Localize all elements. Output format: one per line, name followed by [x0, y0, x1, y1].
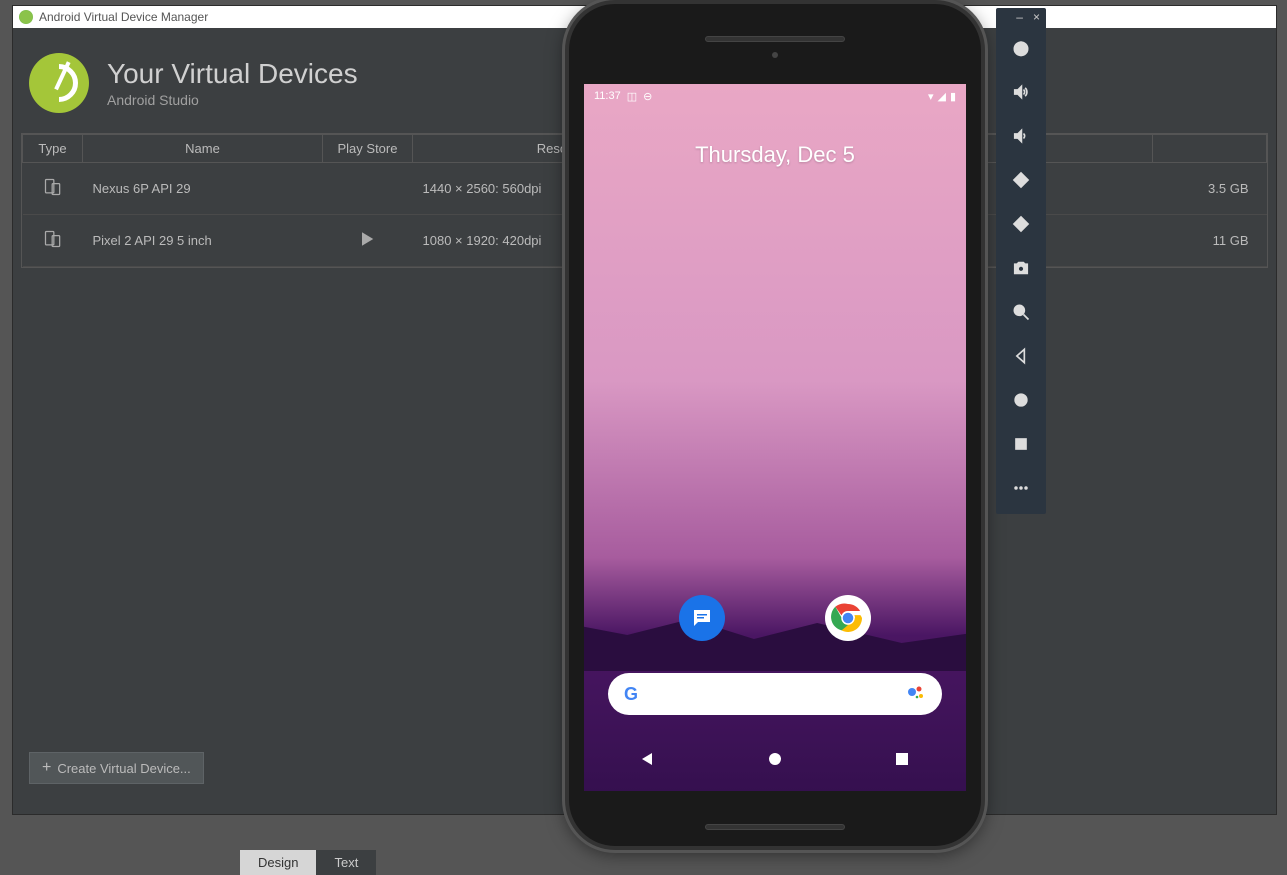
wifi-icon: ▾ [928, 90, 934, 103]
emulator-device-frame: 11:37 ◫ ⊖ ▾ ◢ ▮ Thursday, Dec 5 G [565, 0, 985, 850]
device-icon [41, 229, 65, 249]
rotate-right-button[interactable] [996, 202, 1046, 246]
device-size: 11 GB [1153, 215, 1267, 267]
col-size[interactable] [1153, 135, 1267, 163]
overview-button[interactable] [996, 422, 1046, 466]
screenshot-button[interactable] [996, 246, 1046, 290]
speaker-top [705, 36, 845, 42]
power-button[interactable] [996, 26, 1046, 70]
create-virtual-device-button[interactable]: + Create Virtual Device... [29, 752, 204, 784]
statusbar-right: ▾ ◢ ▮ [928, 90, 956, 103]
tab-text[interactable]: Text [316, 850, 376, 875]
nav-back-button[interactable] [634, 745, 662, 773]
device-name: Nexus 6P API 29 [83, 163, 323, 215]
vibrate-icon: ◫ [627, 90, 637, 103]
play-store-icon [323, 215, 413, 267]
play-store-cell [323, 163, 413, 215]
signal-icon: ◢ [937, 90, 945, 103]
messages-app-icon[interactable] [679, 595, 725, 641]
nav-recent-button[interactable] [888, 745, 916, 773]
chrome-app-icon[interactable] [825, 595, 871, 641]
rotate-left-button[interactable] [996, 158, 1046, 202]
zoom-button[interactable] [996, 290, 1046, 334]
device-screen[interactable]: 11:37 ◫ ⊖ ▾ ◢ ▮ Thursday, Dec 5 G [584, 84, 966, 791]
volume-down-button[interactable] [996, 114, 1046, 158]
battery-icon: ▮ [950, 90, 956, 103]
nav-home-button[interactable] [761, 745, 789, 773]
status-bar[interactable]: 11:37 ◫ ⊖ ▾ ◢ ▮ [584, 84, 966, 108]
app-dock [584, 595, 966, 641]
google-logo-icon: G [624, 684, 638, 705]
google-search-bar[interactable]: G [608, 673, 942, 715]
assistant-icon[interactable] [906, 682, 926, 707]
device-name: Pixel 2 API 29 5 inch [83, 215, 323, 267]
camera-icon [772, 52, 778, 58]
home-date[interactable]: Thursday, Dec 5 [584, 142, 966, 168]
device-size: 3.5 GB [1153, 163, 1267, 215]
android-studio-icon [19, 10, 33, 24]
col-playstore[interactable]: Play Store [323, 135, 413, 163]
plus-icon: + [42, 759, 51, 777]
nav-bar [584, 745, 966, 773]
back-button[interactable] [996, 334, 1046, 378]
volume-up-button[interactable] [996, 70, 1046, 114]
col-name[interactable]: Name [83, 135, 323, 163]
statusbar-time: 11:37 [594, 90, 621, 102]
home-button[interactable] [996, 378, 1046, 422]
col-type[interactable]: Type [23, 135, 83, 163]
tab-design[interactable]: Design [240, 850, 316, 875]
toolbar-titlebar: – × [996, 8, 1046, 26]
device-icon [41, 177, 65, 197]
android-studio-logo [29, 53, 89, 113]
dnd-icon: ⊖ [643, 90, 652, 103]
more-button[interactable] [996, 466, 1046, 510]
page-subtitle: Android Studio [107, 92, 358, 108]
emulator-toolbar: – × [996, 8, 1046, 514]
minimize-button[interactable]: – [1016, 11, 1023, 23]
page-title: Your Virtual Devices [107, 58, 358, 90]
speaker-bottom [705, 824, 845, 830]
window-title: Android Virtual Device Manager [39, 10, 208, 24]
close-button[interactable]: × [1033, 11, 1040, 23]
footer-tabs: Design Text [240, 850, 376, 875]
